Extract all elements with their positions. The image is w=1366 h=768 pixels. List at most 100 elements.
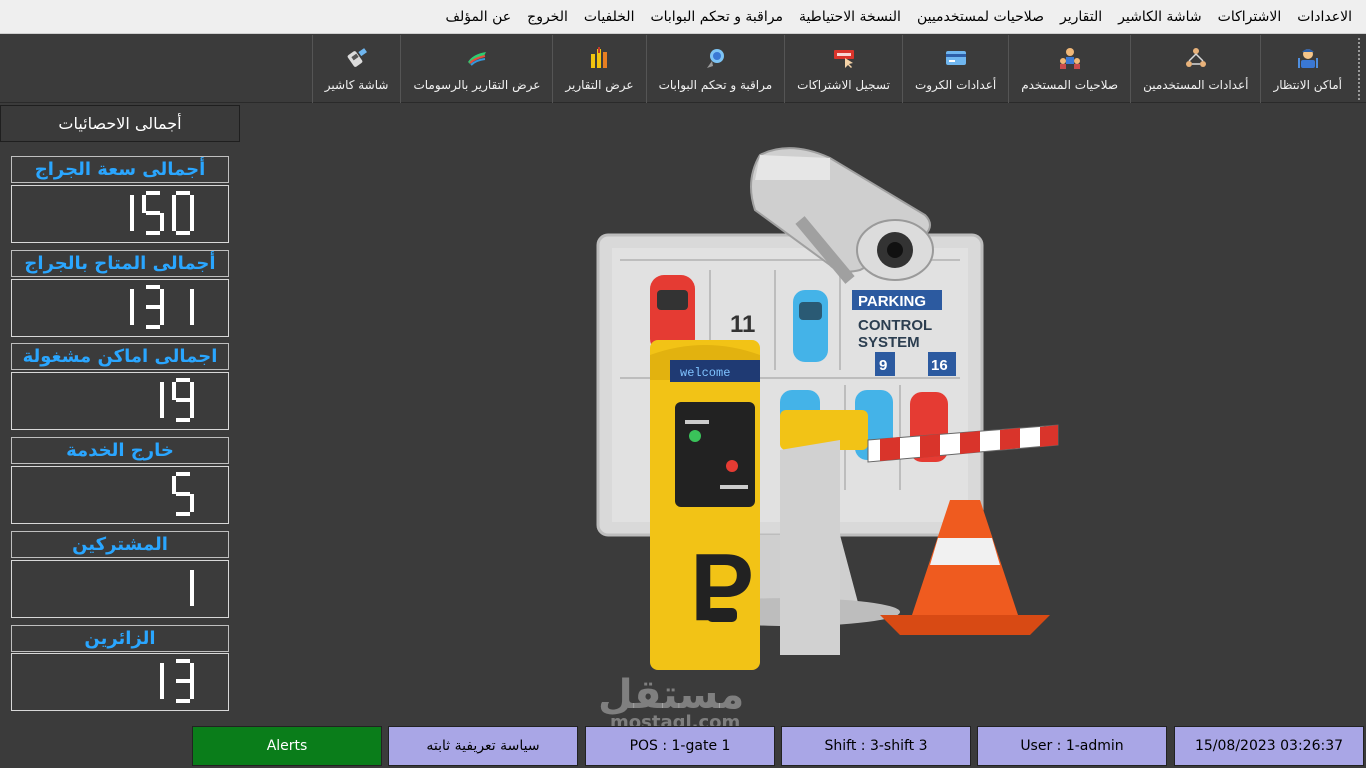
toolbar-card-settings-label: أعدادات الكروت: [914, 78, 997, 92]
watermark: مستقل mostaql.com: [598, 672, 744, 733]
toolbar-graphical-reports-button[interactable]: عرض التقارير بالرسومات: [400, 35, 552, 103]
digit-segment: [176, 378, 190, 382]
digit-segment: [190, 400, 194, 418]
stat-label-visitors: الزائرين: [11, 625, 229, 652]
digit-segment: [176, 679, 190, 683]
stat-value-total-available: 131: [11, 279, 229, 337]
toolbar-cashier-screen-label: شاشة كاشير: [324, 78, 389, 92]
seven-segment-display: [160, 378, 194, 422]
menu-settings[interactable]: الاعدادات: [1289, 9, 1360, 25]
subscribe-icon: [832, 46, 856, 70]
digit-segment: [160, 289, 164, 307]
stat-value-total-capacity: 150: [11, 185, 229, 243]
digit-segment: [190, 494, 194, 512]
toolbar-gate-control-label: مراقبة و تحكم البوابات: [658, 78, 773, 92]
digit-segment: [146, 211, 160, 215]
digit-segment: [190, 588, 194, 606]
seven-segment-display: [190, 570, 194, 606]
ticket-kiosk-illustration: welcome P: [650, 340, 760, 670]
toolbar-register-subscriptions-label: تسجيل الاشتراكات: [797, 78, 890, 92]
digit-segment: [176, 398, 190, 402]
sign-line-parking: PARKING: [858, 293, 926, 310]
stat-label-total-capacity: أجمالى سعة الجراج: [11, 156, 229, 183]
digit-segment: [172, 213, 176, 231]
seven-segment-display: [160, 659, 194, 703]
status-bar: Alerts سياسة تعريفية ثابته POS : 1-gate …: [0, 726, 1366, 768]
parking-system-illustration: 11 PARKING CONTROL SYSTEM 9 16 welcome P: [540, 140, 1080, 680]
card-icon: [944, 46, 968, 70]
toolbar-gate-control-button[interactable]: مراقبة و تحكم البوابات: [645, 35, 785, 103]
menu-bar: الاعدادات الاشتراكات شاشة الكاشير التقار…: [0, 0, 1366, 34]
toolbar-parking-spots-button[interactable]: أماكن الانتظار: [1260, 35, 1354, 103]
digit-segment: [160, 213, 164, 231]
user-status: User : 1-admin: [977, 726, 1167, 766]
menu-user-permissions[interactable]: صلاحيات لمستخدميين: [909, 9, 1052, 25]
satellite-icon: [703, 46, 727, 70]
digit-segment: [190, 663, 194, 681]
digit-segment: [176, 191, 190, 195]
digit-segment: [142, 195, 146, 213]
menu-cashier-screen[interactable]: شاشة الكاشير: [1110, 9, 1210, 25]
digit-segment: [176, 659, 190, 663]
digit-segment: [130, 213, 134, 231]
digit-segment: [160, 663, 164, 681]
digit-segment: [172, 195, 176, 213]
digit-segment: [176, 512, 190, 516]
digit-segment: [146, 231, 160, 235]
toolbar: أماكن الانتظار أعدادات المستخدمين صلاحيا…: [0, 35, 1366, 103]
stat-value-visitors: 13: [11, 653, 229, 711]
toolbar-graphical-reports-label: عرض التقارير بالرسومات: [413, 78, 541, 92]
digit-segment: [176, 699, 190, 703]
menu-backup[interactable]: النسخة الاحتياطية: [791, 9, 909, 25]
sign-line-control: CONTROL: [858, 317, 932, 334]
digit-segment: [176, 418, 190, 422]
digit-segment: [160, 400, 164, 418]
parking-attendant-icon: [1296, 46, 1320, 70]
toolbar-view-reports-label: عرض التقارير: [565, 78, 634, 92]
stat-value-out-of-service: 5: [11, 466, 229, 524]
toolbar-user-permissions-button[interactable]: صلاحيات المستخدم: [1008, 35, 1130, 103]
toolbar-register-subscriptions-button[interactable]: تسجيل الاشتراكات: [784, 35, 902, 103]
digit-segment: [160, 307, 164, 325]
toolbar-view-reports-button[interactable]: عرض التقارير: [552, 35, 645, 103]
digit-segment: [190, 570, 194, 588]
digit-segment: [176, 231, 190, 235]
toolbar-grip[interactable]: [1354, 38, 1360, 100]
seven-segment-display: [130, 191, 194, 235]
digit-segment: [190, 195, 194, 213]
toolbar-user-permissions-label: صلاحيات المستخدم: [1021, 78, 1119, 92]
menu-backgrounds[interactable]: الخلفيات: [576, 9, 643, 25]
stat-value-subscribers: 1: [11, 560, 229, 618]
datetime-status: 15/08/2023 03:26:37: [1174, 726, 1364, 766]
shift-status: Shift : 3-shift 3: [781, 726, 971, 766]
menu-reports[interactable]: التقارير: [1052, 9, 1110, 25]
stat-value-total-occupied: 19: [11, 372, 229, 430]
kiosk-display-text: welcome: [680, 366, 730, 380]
digit-segment: [190, 213, 194, 231]
seven-segment-display: [172, 472, 194, 516]
menu-exit[interactable]: الخروج: [519, 9, 576, 25]
digit-segment: [130, 195, 134, 213]
digit-segment: [130, 289, 134, 307]
digit-segment: [190, 681, 194, 699]
alerts-button[interactable]: Alerts: [192, 726, 382, 766]
card-reader-icon: [345, 46, 369, 70]
parking-p-letter: P: [690, 534, 754, 641]
digit-segment: [146, 305, 160, 309]
sign-line-system: SYSTEM: [858, 334, 920, 351]
menu-about[interactable]: عن المؤلف: [437, 9, 519, 25]
stat-label-total-available: أجمالى المتاح بالجراج: [11, 250, 229, 277]
toolbar-cashier-screen-button[interactable]: شاشة كاشير: [311, 35, 401, 103]
digit-segment: [160, 382, 164, 400]
menu-gate-control[interactable]: مراقبة و تحكم البوابات: [642, 9, 790, 25]
digit-segment: [190, 307, 194, 325]
stat-label-total-occupied: اجمالى اماكن مشغولة: [11, 343, 229, 370]
menu-subscriptions[interactable]: الاشتراكات: [1210, 9, 1290, 25]
seven-segment-display: [130, 285, 194, 329]
paint-brush-icon: [465, 46, 489, 70]
toolbar-user-settings-label: أعدادات المستخدمين: [1143, 78, 1249, 92]
toolbar-user-settings-button[interactable]: أعدادات المستخدمين: [1130, 35, 1260, 103]
digit-segment: [172, 476, 176, 494]
reports-icon: [587, 46, 611, 70]
toolbar-card-settings-button[interactable]: أعدادات الكروت: [901, 35, 1008, 103]
